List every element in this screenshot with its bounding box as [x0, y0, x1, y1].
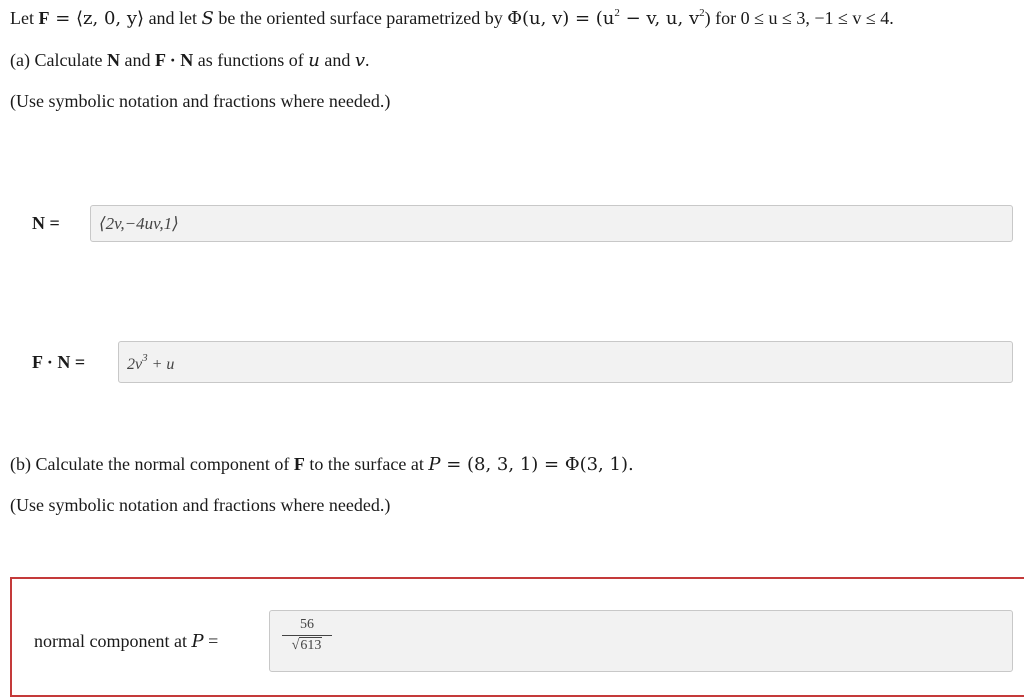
vector-F-b: F: [293, 454, 305, 474]
part-b-text: (b) Calculate the normal component of: [10, 454, 294, 474]
param-range: ) for 0 ≤ u ≤ 3, −1 ≤ v ≤ 4.: [704, 8, 894, 28]
FN-tail: + u: [147, 356, 175, 373]
intro-text: Let: [10, 8, 39, 28]
param-phi: Φ(u, v) = (u: [507, 8, 615, 29]
FN-answer-field[interactable]: 2v3 + u: [118, 341, 1013, 383]
problem-intro: Let F = ⟨z, 0, y⟩ and let S be the orien…: [10, 8, 894, 30]
normal-component-label: normal component at P =: [34, 631, 218, 652]
part-a-and: and: [119, 50, 155, 70]
part-a-prompt: (a) Calculate N and F · N as functions o…: [10, 50, 370, 71]
fraction-numerator: 56: [300, 617, 314, 632]
point-P: P: [428, 454, 441, 475]
part-a-and2: and: [319, 50, 355, 70]
normal-component-fraction: 56 √613: [282, 617, 332, 654]
part-a-as: as functions of: [193, 50, 309, 70]
var-u: u: [308, 50, 320, 71]
N-answer-value: ⟨2v,−4uv,1⟩: [99, 214, 179, 233]
sqrt-argument: 613: [299, 637, 323, 653]
part-a-text: (a) Calculate: [10, 50, 107, 70]
part-b-mid: to the surface at: [304, 454, 429, 474]
normal-label-text: normal component at: [34, 631, 192, 651]
normal-label-eq: =: [203, 631, 219, 651]
surface-S: S: [201, 8, 214, 29]
N-label: N =: [32, 213, 60, 233]
hint-b: (Use symbolic notation and fractions whe…: [10, 495, 391, 515]
part-a-dot: .: [365, 50, 370, 70]
N-answer-field[interactable]: ⟨2v,−4uv,1⟩: [90, 205, 1013, 242]
F-dot-N: F · N: [154, 50, 194, 70]
normal-label-P: P: [191, 631, 204, 652]
part-b-rest: = (8, 3, 1) = Φ(3, 1).: [440, 454, 634, 475]
hint-a: (Use symbolic notation and fractions whe…: [10, 91, 391, 111]
fraction-denominator: √613: [282, 637, 332, 654]
fraction-bar: [282, 635, 332, 636]
FN-label: F · N =: [32, 352, 86, 372]
vector-F: F: [38, 8, 50, 28]
FN-answer-value: 2v3 + u: [127, 353, 175, 374]
normal-component-field[interactable]: 56 √613: [269, 610, 1013, 672]
intro-text-2: and let: [144, 8, 202, 28]
intro-text-3: be the oriented surface parametrized by: [213, 8, 508, 28]
vector-N: N: [106, 50, 120, 70]
FN-base: 2v: [127, 356, 143, 373]
vector-F-def: = ⟨z, 0, y⟩: [49, 8, 145, 29]
part-b-prompt: (b) Calculate the normal component of F …: [10, 454, 634, 475]
var-v: v: [354, 50, 366, 71]
param-mid: − v, u, v: [619, 8, 700, 29]
